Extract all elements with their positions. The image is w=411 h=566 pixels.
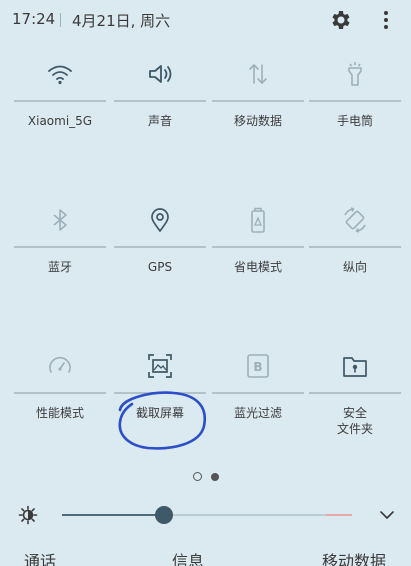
- tile-divider: [114, 392, 206, 394]
- tile-divider: [14, 392, 106, 394]
- tile-divider: [309, 100, 401, 102]
- location-icon: [151, 208, 169, 233]
- slider-track: [164, 514, 326, 516]
- tile-label: 性能模式: [35, 406, 84, 420]
- battery-saver-icon: [251, 207, 265, 233]
- date-label: 4月21日, 周六: [72, 12, 171, 30]
- tile-label: 手电筒: [336, 114, 373, 128]
- tile-label: 声音: [147, 114, 172, 128]
- tile-divider: [212, 392, 304, 394]
- tile-label: 蓝牙: [47, 260, 72, 274]
- blue-light-filter-icon: B: [247, 354, 269, 378]
- bottom-tab-mobile-data[interactable]: 移动数据: [322, 548, 386, 566]
- wifi-icon: [48, 65, 72, 85]
- tile-power-saving[interactable]: 省电模式: [210, 206, 306, 346]
- slider-fill: [62, 514, 164, 516]
- gear-icon[interactable]: [328, 8, 352, 32]
- tile-label: 蓝光过滤: [233, 406, 282, 420]
- volume-icon: [149, 65, 172, 83]
- clock: 17:24: [12, 10, 56, 28]
- tile-portrait[interactable]: 纵向: [307, 206, 403, 346]
- tile-label: 安全 文件夹: [336, 406, 373, 436]
- divider: [60, 13, 61, 27]
- screenshot-icon: [148, 354, 172, 378]
- tile-wifi[interactable]: Xiaomi_5G: [12, 60, 108, 200]
- status-bar: 17:24 4月21日, 周六: [0, 0, 411, 40]
- tile-performance-mode[interactable]: 性能模式: [12, 352, 108, 492]
- tile-divider: [309, 392, 401, 394]
- tile-label: 纵向: [342, 260, 367, 274]
- brightness-slider[interactable]: [62, 503, 352, 527]
- tile-label: 截取屏幕: [135, 406, 184, 420]
- tile-bluetooth[interactable]: 蓝牙: [12, 206, 108, 346]
- tile-sound[interactable]: 声音: [112, 60, 208, 200]
- mobile-data-icon: [249, 64, 267, 84]
- slider-thumb[interactable]: [155, 506, 173, 524]
- tile-flashlight[interactable]: 手电筒: [307, 60, 403, 200]
- tile-divider: [14, 246, 106, 248]
- tile-divider: [114, 246, 206, 248]
- page-dot-active[interactable]: [211, 473, 219, 481]
- tile-divider: [212, 246, 304, 248]
- page-dot[interactable]: [193, 472, 202, 481]
- tile-label: 移动数据: [233, 114, 282, 128]
- tile-divider: [309, 246, 401, 248]
- flashlight-icon: [348, 62, 362, 86]
- slider-track-end: [326, 514, 352, 516]
- speedometer-icon: [49, 356, 71, 373]
- more-vert-icon[interactable]: [378, 8, 394, 32]
- tile-label: Xiaomi_5G: [27, 114, 93, 128]
- bottom-tab-messages[interactable]: 信息: [172, 548, 204, 566]
- rotate-icon: [344, 207, 366, 233]
- tile-label: GPS: [147, 260, 173, 274]
- svg-text:B: B: [253, 360, 262, 374]
- tile-blue-light-filter[interactable]: B 蓝光过滤: [210, 352, 306, 492]
- tile-screenshot[interactable]: 截取屏幕: [112, 352, 208, 492]
- bluetooth-icon: [53, 209, 67, 231]
- tile-secure-folder[interactable]: 安全 文件夹: [307, 352, 403, 492]
- page-indicator[interactable]: [190, 472, 224, 484]
- brightness-icon: [18, 505, 38, 525]
- tile-divider: [114, 100, 206, 102]
- bottom-tab-calls[interactable]: 通话: [24, 548, 56, 566]
- tile-divider: [14, 100, 106, 102]
- tile-gps[interactable]: GPS: [112, 206, 208, 346]
- tile-mobile-data[interactable]: 移动数据: [210, 60, 306, 200]
- chevron-down-icon[interactable]: [378, 506, 396, 524]
- tile-label: 省电模式: [233, 260, 282, 274]
- tile-divider: [212, 100, 304, 102]
- secure-folder-icon: [343, 357, 367, 377]
